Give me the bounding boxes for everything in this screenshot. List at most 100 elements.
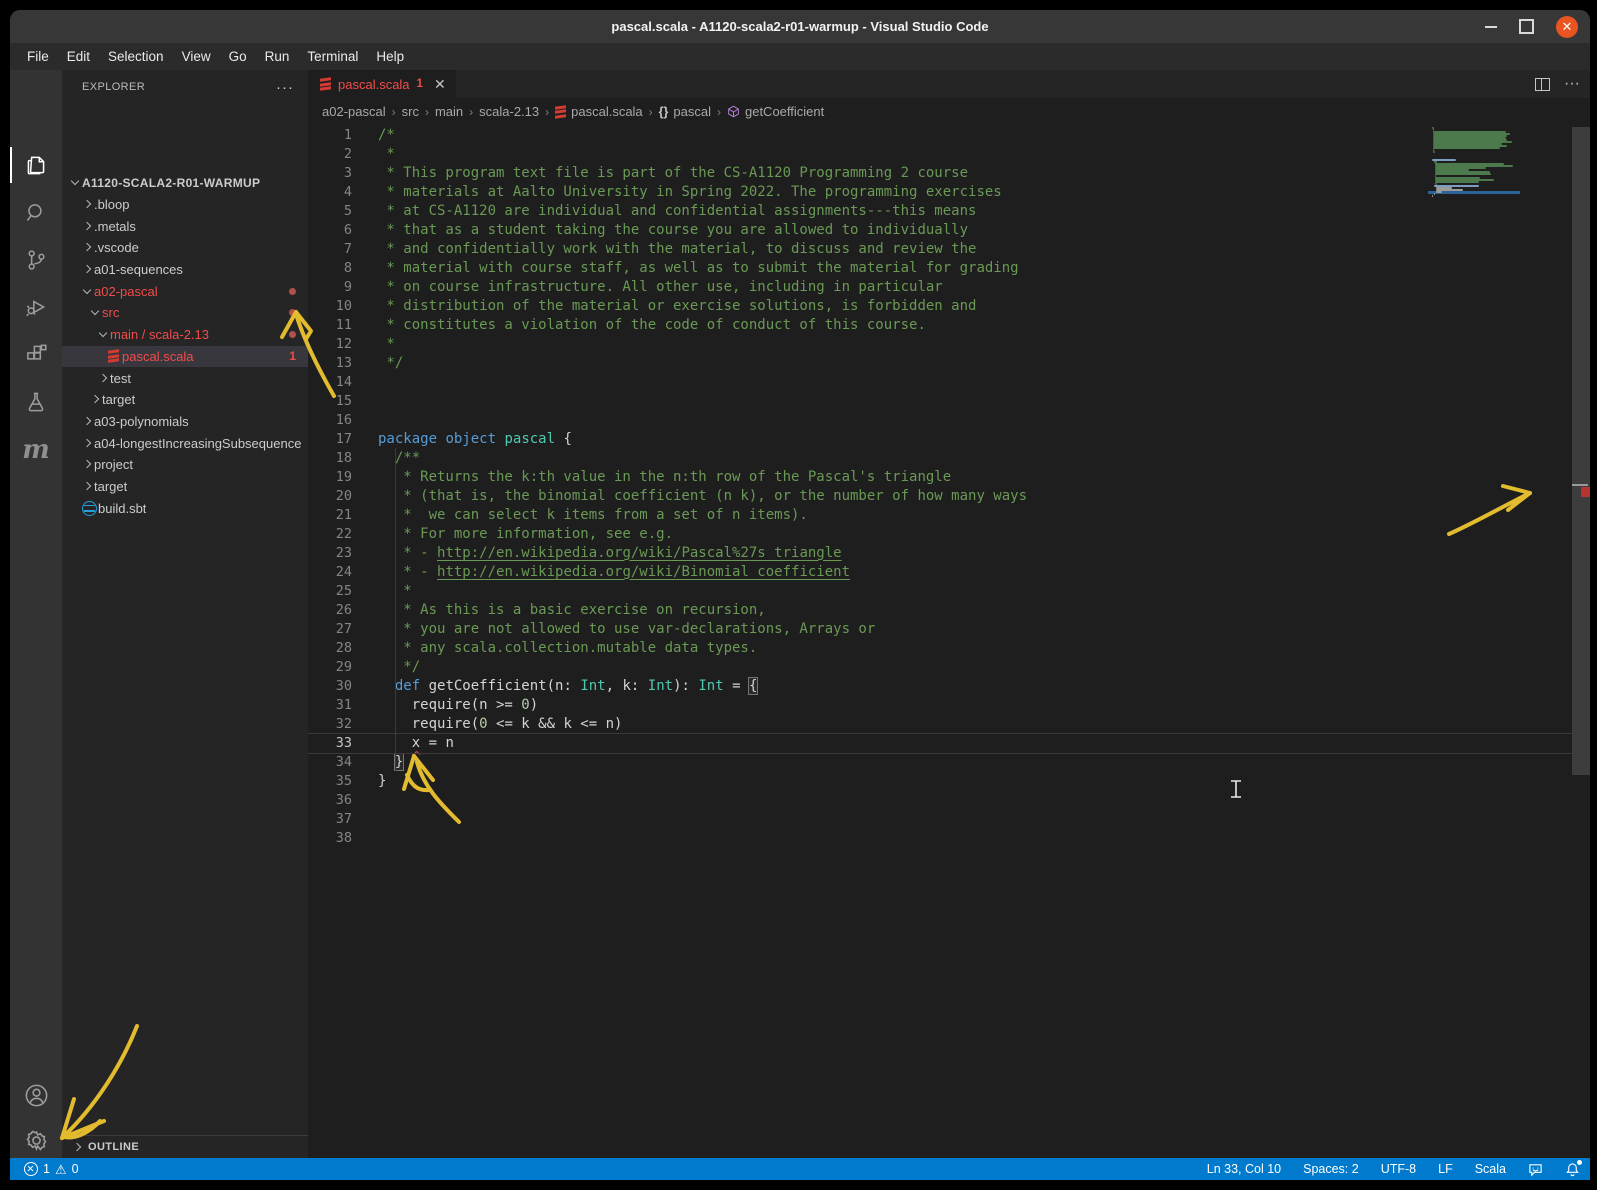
code-line-22[interactable]: 22 * For more information, see e.g. bbox=[308, 524, 1590, 543]
run-and-debug-icon[interactable] bbox=[10, 285, 62, 329]
maximize-icon[interactable] bbox=[1519, 19, 1534, 34]
tree-item-a01-sequences[interactable]: a01-sequences bbox=[62, 259, 308, 281]
code-line-27[interactable]: 27 * you are not allowed to use var-decl… bbox=[308, 619, 1590, 638]
chevron-right-icon bbox=[80, 224, 94, 229]
breadcrumb-item-main[interactable]: main bbox=[435, 104, 463, 119]
code-line-3[interactable]: 3 * This program text file is part of th… bbox=[308, 163, 1590, 182]
code-line-7[interactable]: 7 * and confidentially work with the mat… bbox=[308, 239, 1590, 258]
search-icon[interactable] bbox=[10, 191, 62, 235]
code-line-23[interactable]: 23 * - http://en.wikipedia.org/wiki/Pasc… bbox=[308, 543, 1590, 562]
code-line-9[interactable]: 9 * on course infrastructure. All other … bbox=[308, 277, 1590, 296]
code-line-21[interactable]: 21 * we can select k items from a set of… bbox=[308, 505, 1590, 524]
tree-item-target[interactable]: target bbox=[62, 476, 308, 498]
encoding-status[interactable]: UTF-8 bbox=[1381, 1162, 1416, 1176]
tree-item-a04-longestincreasingsubsequence[interactable]: a04-longestIncreasingSubsequence bbox=[62, 432, 308, 454]
code-line-29[interactable]: 29 */ bbox=[308, 657, 1590, 676]
tree-item-.vscode[interactable]: .vscode bbox=[62, 237, 308, 259]
problems-status[interactable]: 1 ⚠ 0 bbox=[24, 1162, 79, 1176]
outline-section[interactable]: OUTLINE bbox=[62, 1135, 308, 1158]
code-line-8[interactable]: 8 * material with course staff, as well … bbox=[308, 258, 1590, 277]
menu-item-go[interactable]: Go bbox=[220, 49, 256, 64]
tree-item-label: .metals bbox=[94, 219, 136, 234]
menu-item-edit[interactable]: Edit bbox=[58, 49, 99, 64]
breadcrumb-item-pascal.scala[interactable]: pascal.scala bbox=[555, 104, 643, 119]
accounts-icon[interactable] bbox=[10, 1073, 62, 1117]
tree-item-target[interactable]: target bbox=[62, 389, 308, 411]
code-line-33[interactable]: 33 x = n bbox=[308, 733, 1590, 752]
menu-item-help[interactable]: Help bbox=[367, 49, 413, 64]
code-line-5[interactable]: 5 * at CS-A1120 are individual and confi… bbox=[308, 201, 1590, 220]
code-line-31[interactable]: 31 require(n >= 0) bbox=[308, 695, 1590, 714]
line-number: 8 bbox=[308, 260, 352, 276]
tab-pascal-scala[interactable]: pascal.scala 1 ✕ bbox=[308, 70, 456, 98]
code-line-34[interactable]: 34 } bbox=[308, 752, 1590, 771]
notifications-bell-icon[interactable] bbox=[1565, 1162, 1580, 1177]
tree-item-.bloop[interactable]: .bloop bbox=[62, 194, 308, 216]
code-line-6[interactable]: 6 * that as a student taking the course … bbox=[308, 220, 1590, 239]
code-line-1[interactable]: 1/* bbox=[308, 125, 1590, 144]
language-mode-status[interactable]: Scala bbox=[1475, 1162, 1506, 1176]
tree-item-test[interactable]: test bbox=[62, 367, 308, 389]
code-line-24[interactable]: 24 * - http://en.wikipedia.org/wiki/Bino… bbox=[308, 562, 1590, 581]
tree-item-a02-pascal[interactable]: a02-pascal bbox=[62, 280, 308, 302]
code-line-15[interactable]: 15 bbox=[308, 391, 1590, 410]
code-line-26[interactable]: 26 * As this is a basic exercise on recu… bbox=[308, 600, 1590, 619]
code-line-36[interactable]: 36 bbox=[308, 790, 1590, 809]
code-line-35[interactable]: 35} bbox=[308, 771, 1590, 790]
tree-item-pascal.scala[interactable]: pascal.scala1 bbox=[62, 346, 308, 368]
breadcrumb-item-pascal[interactable]: {}pascal bbox=[659, 104, 711, 119]
feedback-smiley-icon[interactable] bbox=[1528, 1162, 1543, 1177]
menu-item-selection[interactable]: Selection bbox=[99, 49, 173, 64]
cursor-position-status[interactable]: Ln 33, Col 10 bbox=[1207, 1162, 1281, 1176]
indentation-status[interactable]: Spaces: 2 bbox=[1303, 1162, 1359, 1176]
breadcrumb-item-getcoefficient[interactable]: getCoefficient bbox=[727, 104, 824, 119]
code-line-4[interactable]: 4 * materials at Aalto University in Spr… bbox=[308, 182, 1590, 201]
menu-item-terminal[interactable]: Terminal bbox=[298, 49, 367, 64]
vertical-scrollbar[interactable] bbox=[1572, 127, 1590, 775]
tree-item-a03-polynomials[interactable]: a03-polynomials bbox=[62, 411, 308, 433]
metals-icon[interactable]: m bbox=[10, 428, 62, 472]
breadcrumb-item-scala-2.13[interactable]: scala-2.13 bbox=[479, 104, 539, 119]
code-line-13[interactable]: 13 */ bbox=[308, 353, 1590, 372]
code-line-38[interactable]: 38 bbox=[308, 828, 1590, 847]
tree-item-.metals[interactable]: .metals bbox=[62, 215, 308, 237]
explorer-more-actions-icon[interactable]: ··· bbox=[276, 79, 294, 96]
explorer-icon[interactable] bbox=[10, 143, 62, 187]
testing-icon[interactable] bbox=[10, 380, 62, 424]
split-editor-icon[interactable] bbox=[1535, 78, 1550, 91]
tree-item-a1120-scala2-r01-warmup[interactable]: A1120-SCALA2-R01-WARMUP bbox=[62, 172, 308, 194]
code-line-19[interactable]: 19 * Returns the k:th value in the n:th … bbox=[308, 467, 1590, 486]
menu-item-run[interactable]: Run bbox=[256, 49, 299, 64]
code-line-18[interactable]: 18 /** bbox=[308, 448, 1590, 467]
code-line-17[interactable]: 17package object pascal { bbox=[308, 429, 1590, 448]
editor-more-actions-icon[interactable]: ··· bbox=[1564, 75, 1580, 93]
extensions-icon[interactable] bbox=[10, 332, 62, 376]
breadcrumb-item-src[interactable]: src bbox=[402, 104, 419, 119]
tab-close-icon[interactable]: ✕ bbox=[434, 76, 446, 93]
code-line-32[interactable]: 32 require(0 <= k && k <= n) bbox=[308, 714, 1590, 733]
code-line-14[interactable]: 14 bbox=[308, 372, 1590, 391]
menu-item-view[interactable]: View bbox=[173, 49, 220, 64]
source-control-icon[interactable] bbox=[10, 238, 62, 282]
tree-item-src[interactable]: src bbox=[62, 302, 308, 324]
close-icon[interactable]: ✕ bbox=[1556, 16, 1578, 38]
settings-gear-icon[interactable] bbox=[10, 1118, 62, 1162]
code-line-30[interactable]: 30 def getCoefficient(n: Int, k: Int): I… bbox=[308, 676, 1590, 695]
code-line-25[interactable]: 25 * bbox=[308, 581, 1590, 600]
minimize-icon[interactable] bbox=[1485, 26, 1497, 28]
code-area[interactable]: 1/*2 *3 * This program text file is part… bbox=[308, 125, 1590, 1158]
code-line-37[interactable]: 37 bbox=[308, 809, 1590, 828]
code-line-2[interactable]: 2 * bbox=[308, 144, 1590, 163]
code-line-28[interactable]: 28 * any scala.collection.mutable data t… bbox=[308, 638, 1590, 657]
code-line-10[interactable]: 10 * distribution of the material or exe… bbox=[308, 296, 1590, 315]
tree-item-main-scala-2.13[interactable]: main / scala-2.13 bbox=[62, 324, 308, 346]
code-line-20[interactable]: 20 * (that is, the binomial coefficient … bbox=[308, 486, 1590, 505]
code-line-11[interactable]: 11 * constitutes a violation of the code… bbox=[308, 315, 1590, 334]
menu-item-file[interactable]: File bbox=[18, 49, 58, 64]
code-line-16[interactable]: 16 bbox=[308, 410, 1590, 429]
breadcrumb-item-a02-pascal[interactable]: a02-pascal bbox=[322, 104, 386, 119]
tree-item-build.sbt[interactable]: build.sbt bbox=[62, 497, 308, 519]
tree-item-project[interactable]: project bbox=[62, 454, 308, 476]
code-line-12[interactable]: 12 * bbox=[308, 334, 1590, 353]
eol-status[interactable]: LF bbox=[1438, 1162, 1453, 1176]
